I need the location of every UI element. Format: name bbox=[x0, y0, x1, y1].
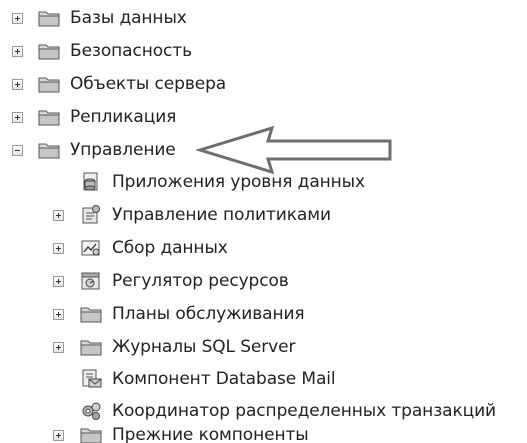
tree-node-label: Базы данных bbox=[70, 8, 187, 28]
tree-node-label: Координатор распределенных транзакций bbox=[112, 401, 496, 421]
expand-icon[interactable] bbox=[53, 210, 64, 221]
tree-node-replication[interactable]: Репликация bbox=[0, 102, 520, 132]
folder-icon bbox=[38, 11, 60, 27]
tree-node-label: Планы обслуживания bbox=[112, 304, 305, 324]
tree-node-maintenance-plans[interactable]: Планы обслуживания bbox=[0, 299, 520, 329]
policy-management-icon bbox=[82, 205, 100, 224]
tree-node-label: Приложения уровня данных bbox=[112, 172, 365, 192]
database-mail-icon bbox=[82, 369, 102, 388]
tree-node-label: Управление bbox=[70, 140, 176, 160]
resource-governor-icon bbox=[81, 272, 100, 290]
collapse-icon[interactable] bbox=[12, 145, 23, 156]
expand-icon[interactable] bbox=[12, 112, 23, 123]
tree-node-management[interactable]: Управление bbox=[0, 135, 520, 165]
tree-node-label: Сбор данных bbox=[112, 238, 228, 258]
folder-icon bbox=[38, 110, 60, 126]
folder-icon bbox=[38, 44, 60, 60]
tree-node-sql-server-logs[interactable]: Журналы SQL Server bbox=[0, 332, 520, 362]
tree-node-databases[interactable]: Базы данных bbox=[0, 3, 520, 33]
folder-icon bbox=[80, 307, 102, 323]
expand-icon[interactable] bbox=[53, 309, 64, 320]
folder-icon bbox=[38, 143, 60, 159]
expand-icon[interactable] bbox=[53, 430, 64, 441]
tree-node-policy-management[interactable]: Управление политиками bbox=[0, 200, 520, 230]
tree-node-label: Безопасность bbox=[70, 41, 193, 61]
data-collection-icon bbox=[81, 240, 100, 256]
tree-node-server-objects[interactable]: Объекты сервера bbox=[0, 69, 520, 99]
data-tier-app-icon bbox=[83, 172, 98, 191]
tree-node-database-mail[interactable]: Компонент Database Mail bbox=[0, 364, 520, 394]
tree-node-label: Репликация bbox=[70, 107, 177, 127]
expand-icon[interactable] bbox=[53, 342, 64, 353]
object-explorer-tree: Базы данных Безопасность Объекты сервера… bbox=[0, 0, 527, 443]
dtc-icon bbox=[82, 402, 101, 420]
folder-icon bbox=[80, 340, 102, 356]
tree-node-label: Прежние компоненты bbox=[112, 425, 309, 443]
tree-node-label: Управление политиками bbox=[112, 205, 331, 225]
expand-icon[interactable] bbox=[53, 243, 64, 254]
expand-icon[interactable] bbox=[12, 79, 23, 90]
expand-icon[interactable] bbox=[12, 46, 23, 57]
tree-node-label: Компонент Database Mail bbox=[112, 369, 336, 389]
folder-icon bbox=[80, 428, 102, 443]
tree-node-resource-governor[interactable]: Регулятор ресурсов bbox=[0, 266, 520, 296]
tree-node-data-tier-applications[interactable]: Приложения уровня данных bbox=[0, 167, 520, 197]
folder-icon bbox=[38, 77, 60, 93]
tree-node-security[interactable]: Безопасность bbox=[0, 36, 520, 66]
expand-icon[interactable] bbox=[53, 276, 64, 287]
tree-node-data-collection[interactable]: Сбор данных bbox=[0, 233, 520, 263]
tree-node-legacy[interactable]: Прежние компоненты bbox=[0, 420, 520, 443]
tree-node-label: Регулятор ресурсов bbox=[112, 271, 289, 291]
tree-node-label: Журналы SQL Server bbox=[112, 337, 296, 357]
expand-icon[interactable] bbox=[12, 13, 23, 24]
tree-node-label: Объекты сервера bbox=[70, 74, 227, 94]
